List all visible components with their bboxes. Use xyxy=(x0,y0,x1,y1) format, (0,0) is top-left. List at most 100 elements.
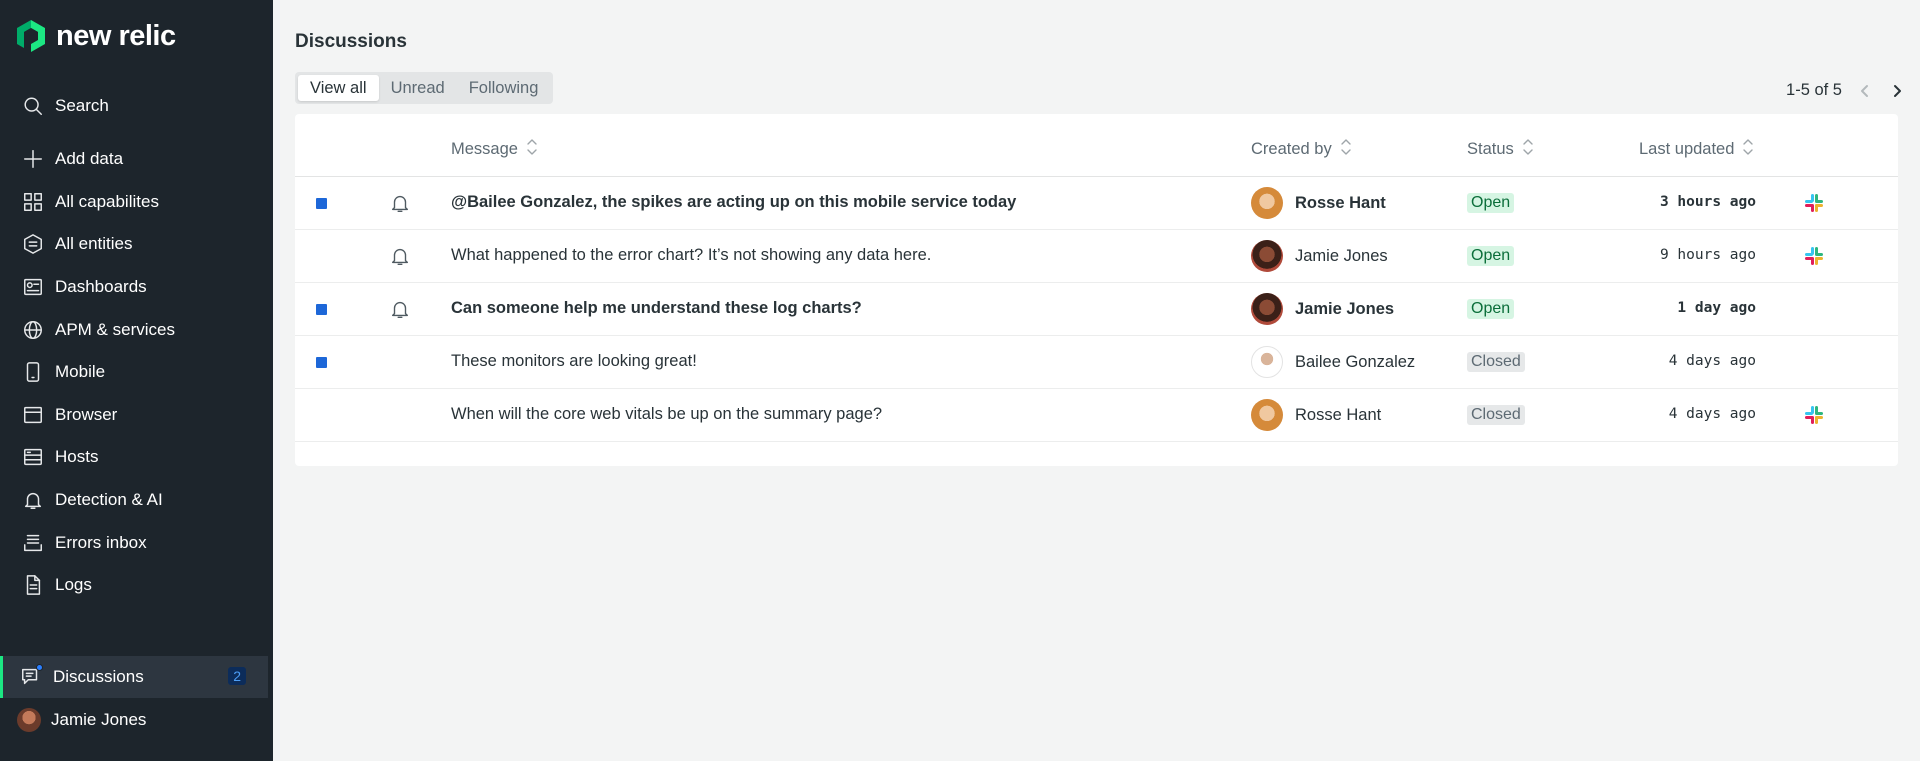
column-header-label: Message xyxy=(451,140,518,158)
message-text[interactable]: @Bailee Gonzalez, the spikes are acting … xyxy=(451,193,1016,212)
globe-icon xyxy=(21,318,45,342)
page-title: Discussions xyxy=(295,31,407,52)
browser-icon xyxy=(21,403,45,427)
sidebar-item-label: APM & services xyxy=(55,320,175,339)
creator-name: Jamie Jones xyxy=(1295,246,1388,265)
message-text[interactable]: Can someone help me understand these log… xyxy=(451,299,862,318)
sidebar-item-errors-inbox[interactable]: Errors inbox xyxy=(0,522,268,564)
sidebar-item-all-capabilities[interactable]: All capabilites xyxy=(0,181,268,223)
avatar xyxy=(1251,346,1283,378)
slack-icon[interactable] xyxy=(1803,245,1825,267)
tab-following[interactable]: Following xyxy=(457,75,551,101)
previous-page-button[interactable] xyxy=(1856,82,1874,100)
sidebar-user[interactable]: Jamie Jones xyxy=(0,699,268,741)
slack-icon[interactable] xyxy=(1803,192,1825,214)
sidebar-item-label: Dashboards xyxy=(55,277,147,296)
last-updated: 4 days ago xyxy=(1668,353,1756,369)
last-updated: 9 hours ago xyxy=(1659,247,1756,263)
sidebar-item-label: Hosts xyxy=(55,447,99,466)
creator: Bailee Gonzalez xyxy=(1251,346,1415,378)
message-text[interactable]: What happened to the error chart? It’s n… xyxy=(451,246,931,265)
sort-icon xyxy=(1742,136,1754,163)
creator: Jamie Jones xyxy=(1251,240,1388,272)
status-badge: Open xyxy=(1467,246,1515,266)
sidebar-item-label: Mobile xyxy=(55,362,106,381)
unread-indicator xyxy=(316,357,327,368)
sort-icon xyxy=(1340,136,1352,163)
next-page-button[interactable] xyxy=(1888,82,1906,100)
sidebar-item-apm-services[interactable]: APM & services xyxy=(0,309,268,351)
avatar xyxy=(1251,399,1283,431)
column-header-created-by[interactable]: Created by xyxy=(1251,136,1352,163)
creator-name: Jamie Jones xyxy=(1295,299,1395,318)
sidebar-item-label: Discussions xyxy=(53,667,144,686)
table-row[interactable]: When will the core web vitals be up on t… xyxy=(295,389,1898,442)
message-text[interactable]: When will the core web vitals be up on t… xyxy=(451,405,882,424)
column-header-status[interactable]: Status xyxy=(1467,136,1534,163)
table-row[interactable]: These monitors are looking great! Bailee… xyxy=(295,336,1898,389)
sidebar-item-add-data[interactable]: Add data xyxy=(0,138,268,180)
table-row[interactable]: @Bailee Gonzalez, the spikes are acting … xyxy=(295,177,1898,230)
column-header-message[interactable]: Message xyxy=(451,136,538,163)
chevron-right-icon xyxy=(1894,84,1901,97)
sidebar-item-discussions[interactable]: Discussions 2 xyxy=(0,656,268,698)
new-relic-logo[interactable]: new relic xyxy=(16,19,176,53)
unread-indicator xyxy=(316,304,327,315)
dashboard-icon xyxy=(21,275,45,299)
status-badge: Closed xyxy=(1467,352,1525,372)
tab-unread[interactable]: Unread xyxy=(379,75,457,101)
slack-icon[interactable] xyxy=(1803,404,1825,426)
logo-text: new relic xyxy=(56,19,176,52)
sidebar-item-dashboards[interactable]: Dashboards xyxy=(0,266,268,308)
creator-name: Rosse Hant xyxy=(1295,193,1386,212)
chevron-left-icon xyxy=(1861,84,1868,97)
sidebar-item-mobile[interactable]: Mobile xyxy=(0,351,268,393)
sidebar-search[interactable]: Search xyxy=(0,85,268,127)
sidebar-user-name: Jamie Jones xyxy=(51,710,147,729)
table-row[interactable]: What happened to the error chart? It’s n… xyxy=(295,230,1898,283)
document-icon xyxy=(21,573,45,597)
sidebar-search-label: Search xyxy=(55,96,109,115)
sidebar-item-label: Add data xyxy=(55,149,124,168)
creator: Rosse Hant xyxy=(1251,399,1381,431)
sidebar-item-hosts[interactable]: Hosts xyxy=(0,436,268,478)
sidebar-item-all-entities[interactable]: All entities xyxy=(0,223,268,265)
sidebar-item-detection-ai[interactable]: Detection & AI xyxy=(0,479,268,521)
creator-name: Bailee Gonzalez xyxy=(1295,352,1416,371)
sidebar-item-label: Browser xyxy=(55,405,118,424)
notification-dot xyxy=(36,664,43,671)
status-badge: Open xyxy=(1467,193,1515,213)
sidebar-item-label: Detection & AI xyxy=(55,490,163,509)
filter-tabs: View all Unread Following xyxy=(295,72,554,104)
sidebar-item-browser[interactable]: Browser xyxy=(0,394,268,436)
bell-icon[interactable] xyxy=(389,298,411,320)
message-text[interactable]: These monitors are looking great! xyxy=(451,352,697,371)
sort-icon xyxy=(1522,136,1534,163)
mobile-icon xyxy=(21,360,45,384)
column-header-label: Status xyxy=(1467,140,1514,158)
column-header-label: Created by xyxy=(1251,140,1332,158)
search-icon xyxy=(21,94,45,118)
last-updated: 1 day ago xyxy=(1677,300,1756,316)
column-header-last-updated[interactable]: Last updated xyxy=(1639,136,1754,163)
bell-icon[interactable] xyxy=(389,245,411,267)
table-row[interactable]: Can someone help me understand these log… xyxy=(295,283,1898,336)
creator: Jamie Jones xyxy=(1251,293,1394,325)
creator: Rosse Hant xyxy=(1251,187,1386,219)
column-header-label: Last updated xyxy=(1639,140,1735,158)
bell-icon[interactable] xyxy=(389,192,411,214)
sidebar-item-label: All capabilites xyxy=(55,192,159,211)
sidebar-item-logs[interactable]: Logs xyxy=(0,564,268,606)
plus-icon xyxy=(21,147,45,171)
discussions-table: Message Created by Status Last updated @… xyxy=(295,114,1898,466)
avatar xyxy=(17,708,41,732)
unread-indicator xyxy=(316,198,327,209)
inbox-icon xyxy=(21,531,45,555)
sidebar-item-label: All entities xyxy=(55,234,133,253)
sidebar-item-label: Errors inbox xyxy=(55,533,147,552)
last-updated: 3 hours ago xyxy=(1659,194,1756,210)
pagination: 1-5 of 5 xyxy=(1786,81,1906,100)
status-badge: Closed xyxy=(1467,405,1525,425)
status-badge: Open xyxy=(1467,299,1515,319)
tab-view-all[interactable]: View all xyxy=(298,75,379,101)
